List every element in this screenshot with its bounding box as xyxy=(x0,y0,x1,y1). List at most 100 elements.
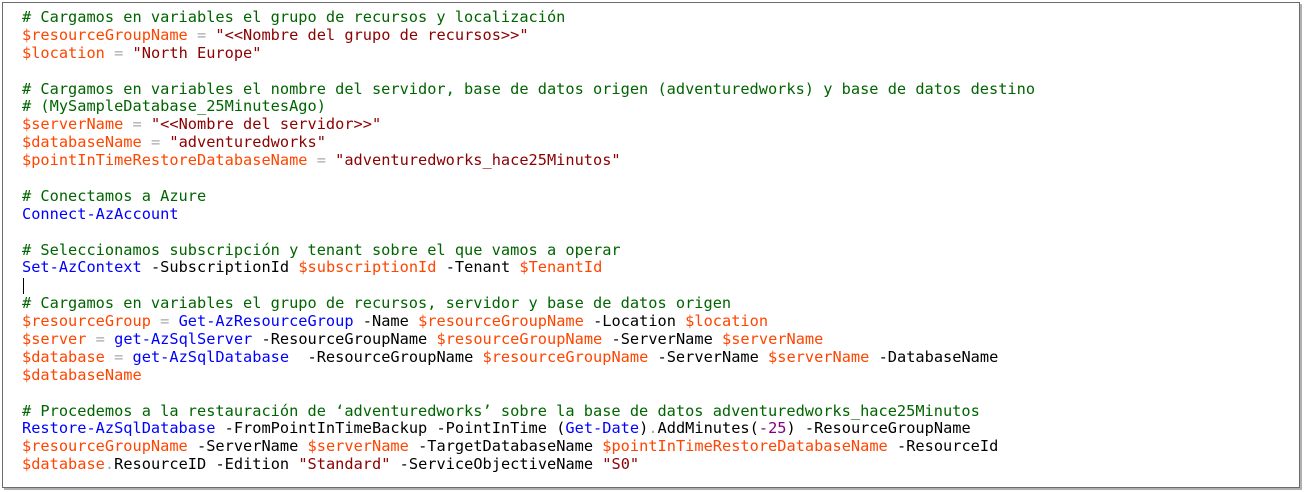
variable-token: $location xyxy=(685,312,769,331)
operator-token: = xyxy=(104,347,133,366)
variable-token: $subscriptionId xyxy=(298,258,437,277)
plain-token: ( xyxy=(749,419,759,438)
parameter-token: -ResourceId xyxy=(896,437,999,456)
plain-token: ) xyxy=(786,419,805,438)
parameter-token: -Name xyxy=(362,312,409,331)
code-line: # Procedemos a la restauración de ‘adven… xyxy=(22,401,1035,421)
parameter-token: -TargetDatabaseName xyxy=(418,437,594,456)
variable-token: $serverName xyxy=(22,115,124,134)
variable-token: $server xyxy=(22,330,87,349)
parameter-token: -ServerName xyxy=(611,330,713,349)
number-token: -25 xyxy=(758,419,787,438)
comment-token: # Cargamos en variables el grupo de recu… xyxy=(22,294,732,313)
parameter-token: -SubscriptionId xyxy=(150,258,290,277)
parameter-token: -ResourceGroupName xyxy=(307,347,474,366)
code-line xyxy=(22,277,1035,295)
code-line: $database = get-AzSqlDatabase -ResourceG… xyxy=(22,347,1035,367)
string-token: "Standard" xyxy=(298,455,391,474)
parameter-token: -FromPointInTimeBackup xyxy=(224,419,428,438)
variable-token: $pointInTimeRestoreDatabaseName xyxy=(602,437,888,456)
variable-token: $serverName xyxy=(722,330,824,349)
code-line: $databaseName xyxy=(22,365,1035,385)
parameter-token: -DatabaseName xyxy=(878,347,999,366)
cmdlet-token: Set-AzContext xyxy=(22,258,142,277)
text-cursor xyxy=(23,277,24,294)
code-block[interactable]: # Cargamos en variables el grupo de recu… xyxy=(22,8,1035,474)
parameter-token: -ServiceObjectiveName xyxy=(399,455,594,474)
operator-token: = xyxy=(86,330,115,349)
cmdlet-token: get-AzSqlServer xyxy=(114,330,253,349)
cmdlet-token: Connect-AzAccount xyxy=(22,204,179,223)
parameter-token: -ServerName xyxy=(657,347,759,366)
code-line: # Conectamos a Azure xyxy=(22,187,1035,206)
comment-token: # (MySampleDatabase_25MinutesAgo) xyxy=(22,97,326,116)
variable-token: $resourceGroupName xyxy=(436,330,603,349)
parameter-token: -Tenant xyxy=(445,258,511,277)
variable-token: $resourceGroupName xyxy=(418,312,584,331)
code-line: $resourceGroupName -ServerName $serverNa… xyxy=(22,437,1035,456)
variable-token: $TenantId xyxy=(519,258,603,277)
comment-token: # Seleccionamos subscripción y tenant so… xyxy=(22,240,621,259)
code-line: $databaseName = "adventuredworks" xyxy=(22,133,1035,152)
code-line: $database.ResourceID -Edition "Standard"… xyxy=(22,455,1035,474)
string-token: "<<Nombre del grupo de recursos>>" xyxy=(215,25,529,44)
operator-token: = xyxy=(104,43,133,62)
string-token: "adventuredworks" xyxy=(169,133,326,152)
string-token: "adventuredworks_hace25Minutos" xyxy=(335,151,621,170)
code-line: $server = get-AzSqlServer -ResourceGroup… xyxy=(22,330,1035,349)
code-line: # Cargamos en variables el grupo de recu… xyxy=(22,294,1035,313)
code-line: # (MySampleDatabase_25MinutesAgo) xyxy=(22,98,1035,116)
operator-token: . xyxy=(648,419,658,438)
string-token: "North Europe" xyxy=(132,43,262,62)
code-line: Restore-AzSqlDatabase -FromPointInTimeBa… xyxy=(22,420,1035,438)
parameter-token: -Location xyxy=(593,312,676,331)
variable-token: $database xyxy=(22,455,105,474)
code-line: # Cargamos en variables el nombre del se… xyxy=(22,80,1035,99)
operator-token: = xyxy=(307,151,336,170)
cmdlet-token: Get-AzResourceGroup xyxy=(178,312,354,331)
code-line: $resourceGroupName = "<<Nombre del grupo… xyxy=(22,25,1035,45)
variable-token: $databaseName xyxy=(22,365,142,384)
cmdlet-token: get-AzSqlDatabase xyxy=(132,347,290,366)
operator-token: = xyxy=(150,312,179,331)
code-line: Connect-AzAccount xyxy=(22,204,1035,224)
variable-token: $resourceGroupName xyxy=(22,25,188,44)
code-line: ​ xyxy=(22,224,1035,242)
code-line: $resourceGroup = Get-AzResourceGroup -Na… xyxy=(22,312,1035,331)
code-snippet-frame: # Cargamos en variables el grupo de recu… xyxy=(2,2,1300,488)
variable-token: $resourceGroup xyxy=(22,312,151,331)
string-token: "S0" xyxy=(602,455,640,474)
parameter-token: -PointInTime xyxy=(436,419,547,438)
operator-token: = xyxy=(187,25,216,44)
code-line: # Seleccionamos subscripción y tenant so… xyxy=(22,240,1035,260)
parameter-token: -ResourceGroupName xyxy=(261,330,428,349)
variable-token: $location xyxy=(22,43,105,62)
code-line: Set-AzContext -SubscriptionId $subscript… xyxy=(22,259,1035,277)
cmdlet-token: Get-Date xyxy=(565,419,640,438)
plain-token: ) xyxy=(639,419,649,438)
operator-token: = xyxy=(123,115,151,134)
cmdlet-token: Restore-AzSqlDatabase xyxy=(22,419,216,438)
code-line: $pointInTimeRestoreDatabaseName = "adven… xyxy=(22,151,1035,170)
comment-token: # Procedemos a la restauración de ‘adven… xyxy=(22,401,980,420)
member-token: AddMinutes xyxy=(657,419,750,438)
